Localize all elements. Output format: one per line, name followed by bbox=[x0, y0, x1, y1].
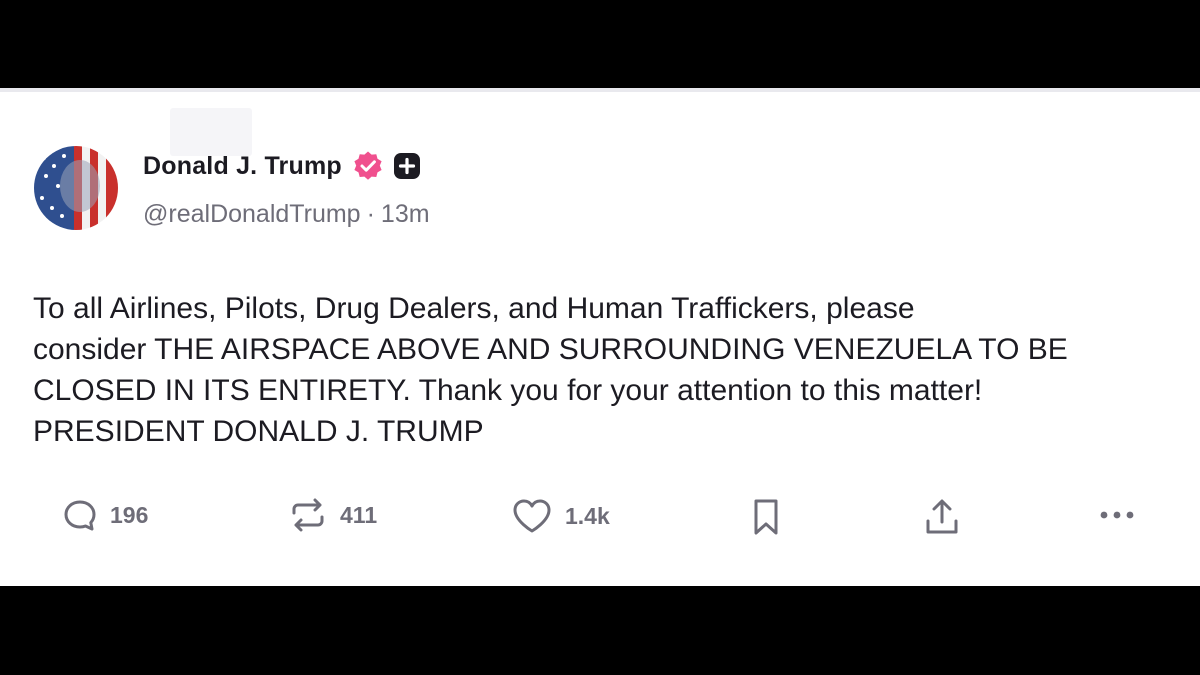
bookmark-icon bbox=[754, 499, 778, 535]
reply-icon bbox=[64, 500, 96, 531]
avatar[interactable] bbox=[34, 146, 118, 230]
reply-count: 196 bbox=[110, 501, 149, 528]
letterbox-top bbox=[0, 0, 1200, 88]
plus-badge-icon bbox=[393, 152, 421, 180]
heart-icon bbox=[513, 499, 551, 533]
more-icon bbox=[1100, 511, 1134, 519]
author-handle[interactable]: @realDonaldTrump bbox=[143, 200, 361, 229]
reply-button[interactable]: 196 bbox=[62, 497, 148, 533]
like-button[interactable]: 1.4k bbox=[511, 497, 610, 535]
repost-button[interactable]: 411 bbox=[288, 497, 377, 533]
more-button[interactable] bbox=[1097, 497, 1139, 533]
post-meta: @realDonaldTrump · 13m bbox=[143, 200, 430, 229]
meta-separator: · bbox=[366, 200, 375, 228]
share-button[interactable] bbox=[923, 497, 961, 537]
verified-badge-icon bbox=[352, 150, 384, 182]
post-timestamp[interactable]: 13m bbox=[381, 200, 430, 229]
author-row: Donald J. Trump bbox=[143, 150, 421, 182]
like-count: 1.4k bbox=[565, 502, 610, 529]
bookmark-button[interactable] bbox=[749, 497, 783, 537]
avatar-image bbox=[34, 146, 118, 230]
letterbox-bottom bbox=[0, 586, 1200, 675]
repost-count: 411 bbox=[340, 501, 378, 528]
watermark bbox=[170, 108, 252, 156]
repost-icon bbox=[292, 498, 324, 532]
post-body: To all Airlines, Pilots, Drug Dealers, a… bbox=[33, 292, 1068, 448]
share-icon bbox=[926, 499, 958, 534]
author-name[interactable]: Donald J. Trump bbox=[143, 152, 342, 181]
post-card: Donald J. Trump @realDonaldTrump · 13m T… bbox=[0, 88, 1200, 586]
